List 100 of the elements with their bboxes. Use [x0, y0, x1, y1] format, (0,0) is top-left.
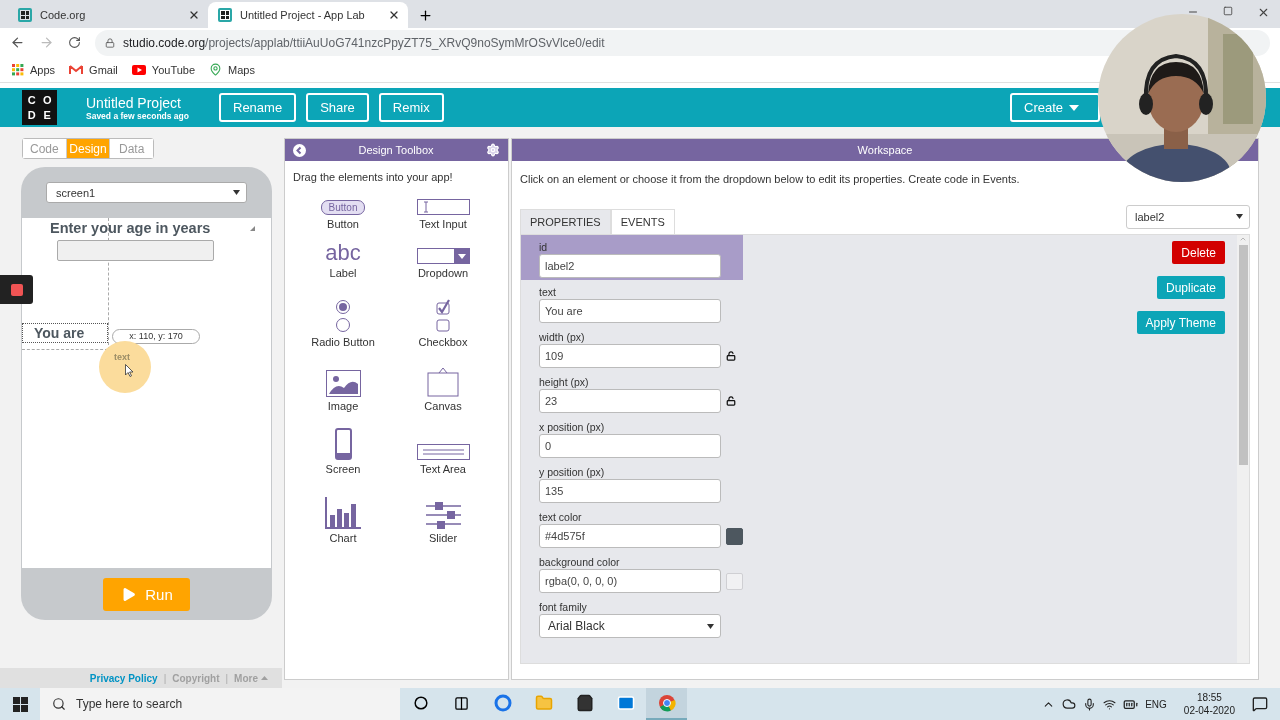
bookmark-link[interactable]: YouTube: [131, 63, 196, 76]
grid-icon: [18, 8, 32, 22]
property-label: id: [539, 241, 549, 253]
address-bar[interactable]: studio.code.org/projects/applab/ttiiAuUoG741nzcPpyZT75_XRvQ9noSymMrOSvVlce0/edit: [95, 29, 1270, 56]
toolbox-item[interactable]: Canvas: [393, 354, 493, 418]
action-button[interactable]: Delete: [1172, 241, 1225, 264]
toolbox-item[interactable]: Chart: [293, 481, 393, 550]
toolbox-item[interactable]: Checkbox: [393, 285, 493, 354]
stop-recording-button[interactable]: [0, 275, 33, 304]
unlocked-padlock-icon[interactable]: [726, 396, 736, 406]
close-icon[interactable]: [188, 9, 200, 21]
workspace-tab[interactable]: EVENTS: [610, 209, 675, 234]
bookmark-link[interactable]: Gmail: [69, 63, 118, 76]
reload-icon[interactable]: [68, 36, 81, 49]
search-icon: [52, 697, 66, 711]
property-label: font family: [539, 601, 588, 613]
toolbox-item[interactable]: Text Area: [393, 418, 493, 481]
phone-icon: [334, 428, 352, 460]
grid-icon: [12, 63, 24, 76]
browser-tab[interactable]: Untitled Project - App Lab: [208, 2, 408, 28]
envelope-icon: [69, 64, 84, 75]
caret-icon: [1069, 104, 1080, 111]
language-indicator[interactable]: ENG: [1145, 698, 1167, 710]
property-field[interactable]: 0: [539, 434, 721, 458]
play-icon: [131, 64, 146, 75]
bookmark-link[interactable]: Maps: [209, 63, 255, 76]
cloud-icon[interactable]: [1062, 697, 1077, 711]
age-label[interactable]: Enter your age in years: [50, 220, 211, 237]
checkboxes-icon: [435, 299, 451, 333]
chrome-icon[interactable]: [646, 688, 687, 720]
button-sample: Button: [320, 200, 366, 215]
toolbox-item[interactable]: Image: [293, 354, 393, 418]
lock-icon: [105, 37, 115, 48]
workspace-hint: Click on an element or choose it from the dropdown below to edit its properties. Create code in Events.: [519, 172, 1021, 185]
dropdown-icon: [416, 248, 470, 264]
property-label: background color: [539, 556, 621, 568]
text-input-icon: [416, 199, 470, 215]
separator: |: [225, 672, 229, 684]
microphone-icon[interactable]: [1083, 697, 1097, 711]
map-pin-icon: [209, 63, 223, 76]
element-select[interactable]: label2: [1126, 204, 1250, 229]
clock[interactable]: 18:55 02-04-2020: [1183, 691, 1235, 717]
close-icon[interactable]: [1257, 6, 1270, 19]
panel-title: Design Toolbox: [357, 144, 435, 156]
radio-buttons-icon: [335, 299, 351, 333]
windows-icon: [12, 696, 28, 712]
plus-icon[interactable]: [418, 7, 433, 23]
grid-icon: [218, 8, 232, 22]
cursor-icon: [125, 364, 134, 377]
font-family-select[interactable]: Arial Black: [539, 614, 721, 638]
property-label: width (px): [539, 331, 586, 343]
settings-icon[interactable]: [486, 143, 500, 157]
position-tooltip: x: 110, y: 170: [112, 329, 200, 344]
notifications-icon[interactable]: [1252, 696, 1268, 712]
caret-icon: [261, 676, 268, 680]
project-title: Untitled Project: [86, 94, 182, 111]
result-label[interactable]: You are: [22, 323, 108, 343]
text-area-icon: [416, 444, 470, 460]
canvas-icon: [427, 367, 459, 397]
toolbox-item[interactable]: Radio Button: [293, 285, 393, 354]
property-field[interactable]: 23: [539, 389, 721, 413]
logo[interactable]: C O D E: [22, 90, 57, 125]
property-field[interactable]: You are: [539, 299, 721, 323]
taskbar-search-field[interactable]: Type here to search: [40, 688, 400, 720]
property-label: height (px): [539, 376, 590, 388]
toolbox-item[interactable]: Slider: [393, 481, 493, 550]
workspace-tab[interactable]: PROPERTIES: [520, 209, 611, 234]
screen-select[interactable]: screen1: [46, 182, 247, 203]
browser-tab[interactable]: Code.org: [8, 2, 208, 28]
wifi-icon[interactable]: [1103, 697, 1117, 711]
saved-status: Saved a few seconds ago: [86, 110, 190, 121]
unlocked-padlock-icon[interactable]: [726, 351, 736, 361]
resize-handle[interactable]: [250, 226, 255, 231]
label-sample: abc: [325, 242, 361, 264]
color-swatch[interactable]: [726, 527, 743, 545]
property-field[interactable]: rgba(0, 0, 0, 0): [539, 569, 721, 593]
caret-icon: [233, 190, 240, 195]
property-label: text color: [539, 511, 583, 523]
property-field[interactable]: 135: [539, 479, 721, 503]
toolbox-item[interactable]: Text Input: [393, 187, 493, 236]
toolbox-item[interactable]: Dropdown: [393, 236, 493, 285]
maximize-icon[interactable]: [1223, 6, 1233, 16]
close-icon[interactable]: [388, 9, 400, 21]
panel-title: Workspace: [856, 144, 914, 156]
toolbox-hint: Drag the elements into your app!: [292, 170, 454, 183]
age-input-field[interactable]: [57, 240, 214, 261]
toolbox-item[interactable]: abc Label: [293, 236, 393, 285]
property-field[interactable]: label2: [539, 254, 721, 278]
bookmark-link[interactable]: Apps: [12, 63, 56, 76]
toolbox-item[interactable]: Screen: [293, 418, 393, 481]
image-icon: [325, 370, 361, 397]
caret-icon: [707, 623, 714, 629]
property-field[interactable]: 109: [539, 344, 721, 368]
cursor-highlight: [99, 341, 151, 393]
property-label: x position (px): [539, 421, 606, 433]
scrollbar[interactable]: [1237, 235, 1249, 663]
sliders-icon: [424, 502, 462, 529]
property-field[interactable]: #4d575f: [539, 524, 721, 548]
toolbox-item[interactable]: Button Button: [293, 187, 393, 236]
property-label: text: [539, 286, 557, 298]
